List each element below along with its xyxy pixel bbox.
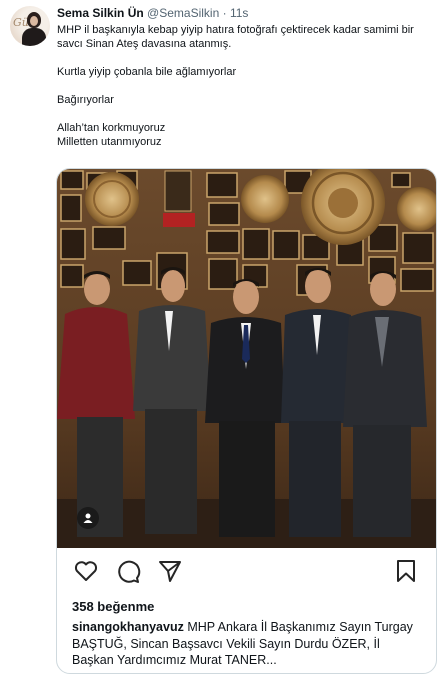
- instagram-embed[interactable]: 358 beğenme sinangokhanyavuz MHP Ankara …: [56, 168, 437, 674]
- comment-icon[interactable]: [115, 558, 141, 584]
- caption-username[interactable]: sinangokhanyavuz: [72, 620, 184, 634]
- tweet-line: Allah’tan korkmuyoruz: [57, 122, 166, 134]
- avatar[interactable]: Gül: [10, 6, 50, 46]
- author-name[interactable]: Sema Silkin Ün: [57, 6, 144, 20]
- caption: sinangokhanyavuz MHP Ankara İl Başkanımı…: [72, 619, 422, 669]
- timestamp[interactable]: 11s: [230, 6, 248, 20]
- tweet-line: MHP il başkanıyla kebap yiyip hatıra fot…: [57, 24, 414, 50]
- tweet-line: Kurtla yiyip çobanla bile ağlamıyorlar: [57, 66, 237, 78]
- tweet-line: Milletten utanmıyoruz: [57, 136, 162, 148]
- tweet-text: MHP il başkanıyla kebap yiyip hatıra fot…: [57, 23, 437, 149]
- group-photo[interactable]: [57, 169, 436, 548]
- separator-dot: ·: [222, 6, 227, 20]
- tweet-header: Sema Silkin Ün @SemaSilkin · 11s: [57, 6, 248, 20]
- author-handle[interactable]: @SemaSilkin: [147, 6, 219, 20]
- action-bar: [73, 558, 418, 584]
- heart-icon[interactable]: [73, 558, 99, 584]
- bookmark-icon[interactable]: [393, 558, 419, 584]
- share-icon[interactable]: [157, 558, 183, 584]
- tweet: Gül Sema Silkin Ün @SemaSilkin · 11s MHP…: [0, 0, 445, 676]
- user-tag-icon[interactable]: [77, 507, 99, 529]
- tweet-line: Bağırıyorlar: [57, 94, 114, 106]
- like-count[interactable]: 358 beğenme: [72, 599, 154, 614]
